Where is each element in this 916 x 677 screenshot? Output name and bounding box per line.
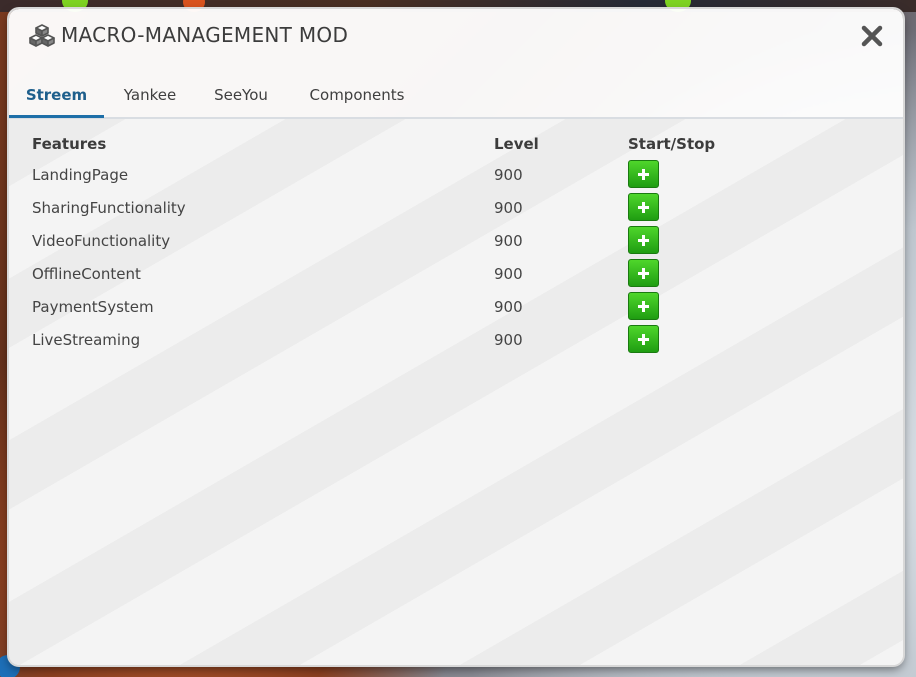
- feature-name: PaymentSystem: [32, 298, 154, 316]
- tab-yankee[interactable]: Yankee: [113, 77, 187, 115]
- feature-level: 900: [494, 166, 523, 184]
- feature-name: VideoFunctionality: [32, 232, 171, 250]
- start-button[interactable]: [628, 193, 659, 221]
- dialog-header: MACRO-MANAGEMENT MOD: [9, 9, 903, 69]
- feature-name: OfflineContent: [32, 265, 141, 283]
- feature-name: LandingPage: [32, 166, 129, 184]
- table-row: VideoFunctionality 900: [31, 226, 881, 260]
- table-row: SharingFunctionality 900: [31, 193, 881, 227]
- table-row: PaymentSystem 900: [31, 292, 881, 326]
- table-row: LiveStreaming 900: [31, 325, 881, 359]
- feature-level: 900: [494, 331, 523, 349]
- start-button[interactable]: [628, 259, 659, 287]
- tab-bar: Streem Yankee SeeYou Components: [9, 77, 903, 119]
- feature-level: 900: [494, 232, 523, 250]
- start-button[interactable]: [628, 292, 659, 320]
- cubes-icon: [29, 24, 55, 48]
- macro-management-dialog: MACRO-MANAGEMENT MOD Streem Yankee SeeYo…: [9, 9, 903, 665]
- tab-seeyou[interactable]: SeeYou: [205, 77, 277, 115]
- close-icon[interactable]: [861, 25, 883, 47]
- feature-name: SharingFunctionality: [32, 199, 186, 217]
- start-button[interactable]: [628, 160, 659, 188]
- dialog-title: MACRO-MANAGEMENT MOD: [61, 23, 349, 47]
- feature-name: LiveStreaming: [32, 331, 141, 349]
- feature-level: 900: [494, 199, 523, 217]
- column-header-features: Features: [32, 135, 107, 153]
- start-button[interactable]: [628, 325, 659, 353]
- tab-components[interactable]: Components: [300, 77, 414, 115]
- column-header-level: Level: [494, 135, 539, 153]
- table-row: OfflineContent 900: [31, 259, 881, 293]
- tab-streem[interactable]: Streem: [9, 77, 104, 118]
- feature-level: 900: [494, 298, 523, 316]
- start-button[interactable]: [628, 226, 659, 254]
- column-header-start-stop: Start/Stop: [628, 135, 716, 153]
- feature-level: 900: [494, 265, 523, 283]
- table-row: LandingPage 900: [31, 160, 881, 194]
